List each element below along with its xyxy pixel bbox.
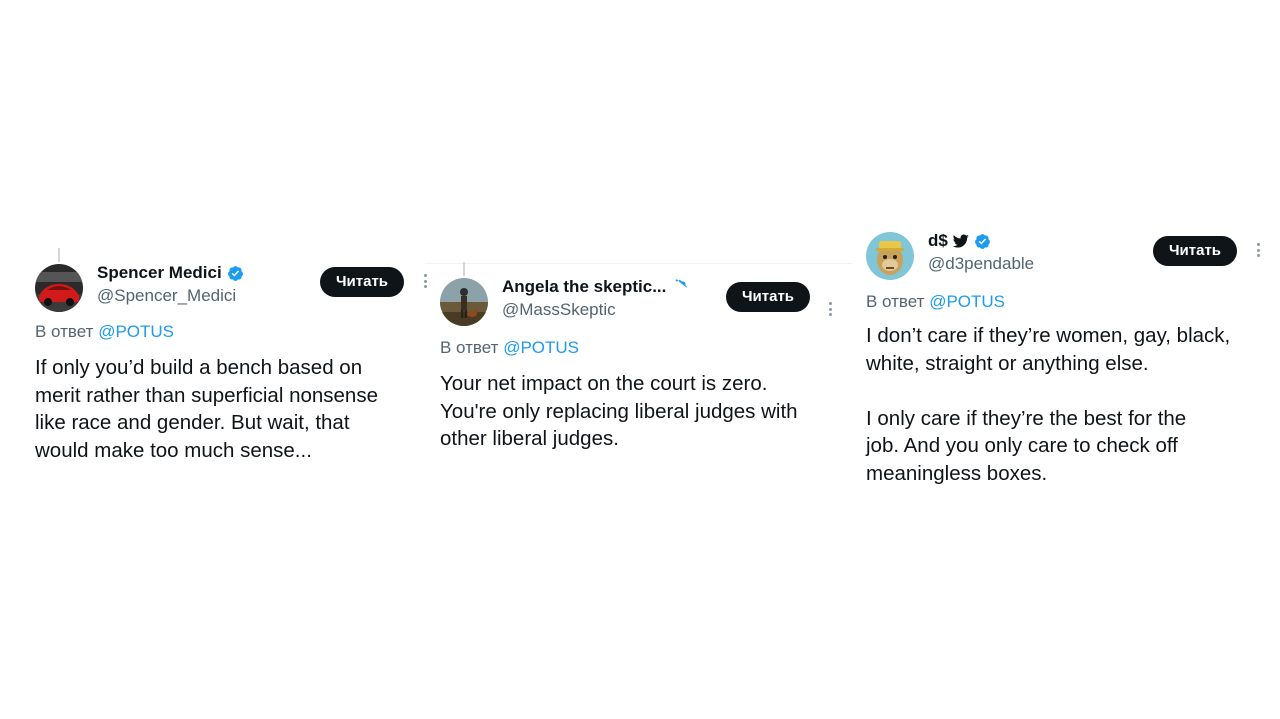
reply-prefix: В ответ (866, 292, 925, 311)
red-car-avatar-icon (35, 264, 83, 312)
reply-prefix: В ответ (35, 322, 94, 341)
tweet-text: I don’t care if they’re women, gay, blac… (866, 324, 1231, 485)
display-name[interactable]: Spencer Medici (97, 263, 222, 283)
user-names: d$ @d3pendable (928, 230, 1034, 274)
display-name[interactable]: Angela the skeptic... (502, 277, 666, 297)
mention-link[interactable]: @POTUS (98, 322, 174, 341)
verified-badge-icon (671, 278, 688, 296)
more-options-icon[interactable] (1255, 243, 1261, 257)
user-handle[interactable]: @Spencer_Medici (97, 286, 244, 306)
verified-badge-icon (974, 233, 991, 250)
user-handle[interactable]: @MassSkeptic (502, 300, 688, 320)
follow-button[interactable]: Читать (320, 267, 405, 297)
tweet-header: d$ @d3pendable Читать (866, 230, 1266, 284)
more-options-icon[interactable] (827, 302, 833, 316)
tweet-text: If only you’d build a bench based on mer… (35, 356, 378, 462)
mention-link[interactable]: @POTUS (503, 338, 579, 357)
reply-to-line: В ответ @POTUS (866, 292, 1005, 312)
follow-button[interactable]: Читать (726, 282, 811, 312)
more-options-icon[interactable] (422, 274, 428, 288)
divider (425, 263, 852, 264)
tweet-text: Your net impact on the court is zero. Yo… (440, 372, 798, 450)
cartoon-ape-avatar-icon (866, 232, 914, 280)
verified-badge-icon (227, 265, 244, 282)
user-names: Spencer Medici @Spencer_Medici (97, 262, 244, 306)
avatar[interactable] (440, 278, 488, 326)
reply-to-line: В ответ @POTUS (440, 338, 579, 358)
reply-prefix: В ответ (440, 338, 499, 357)
person-with-dog-avatar-icon (440, 278, 488, 326)
reply-to-line: В ответ @POTUS (35, 322, 174, 342)
tweet-header: Spencer Medici @Spencer_Medici Читать (35, 262, 427, 316)
display-name[interactable]: d$ (928, 231, 948, 251)
avatar[interactable] (35, 264, 83, 312)
bird-icon (952, 233, 969, 249)
thread-line (58, 248, 60, 262)
mention-link[interactable]: @POTUS (929, 292, 1005, 311)
avatar[interactable] (866, 232, 914, 280)
user-handle[interactable]: @d3pendable (928, 254, 1034, 274)
thread-line (463, 262, 465, 276)
follow-button[interactable]: Читать (1153, 236, 1238, 266)
tweet-header: Angela the skeptic... @MassSkeptic Читат… (440, 276, 845, 330)
user-names: Angela the skeptic... @MassSkeptic (502, 276, 688, 320)
